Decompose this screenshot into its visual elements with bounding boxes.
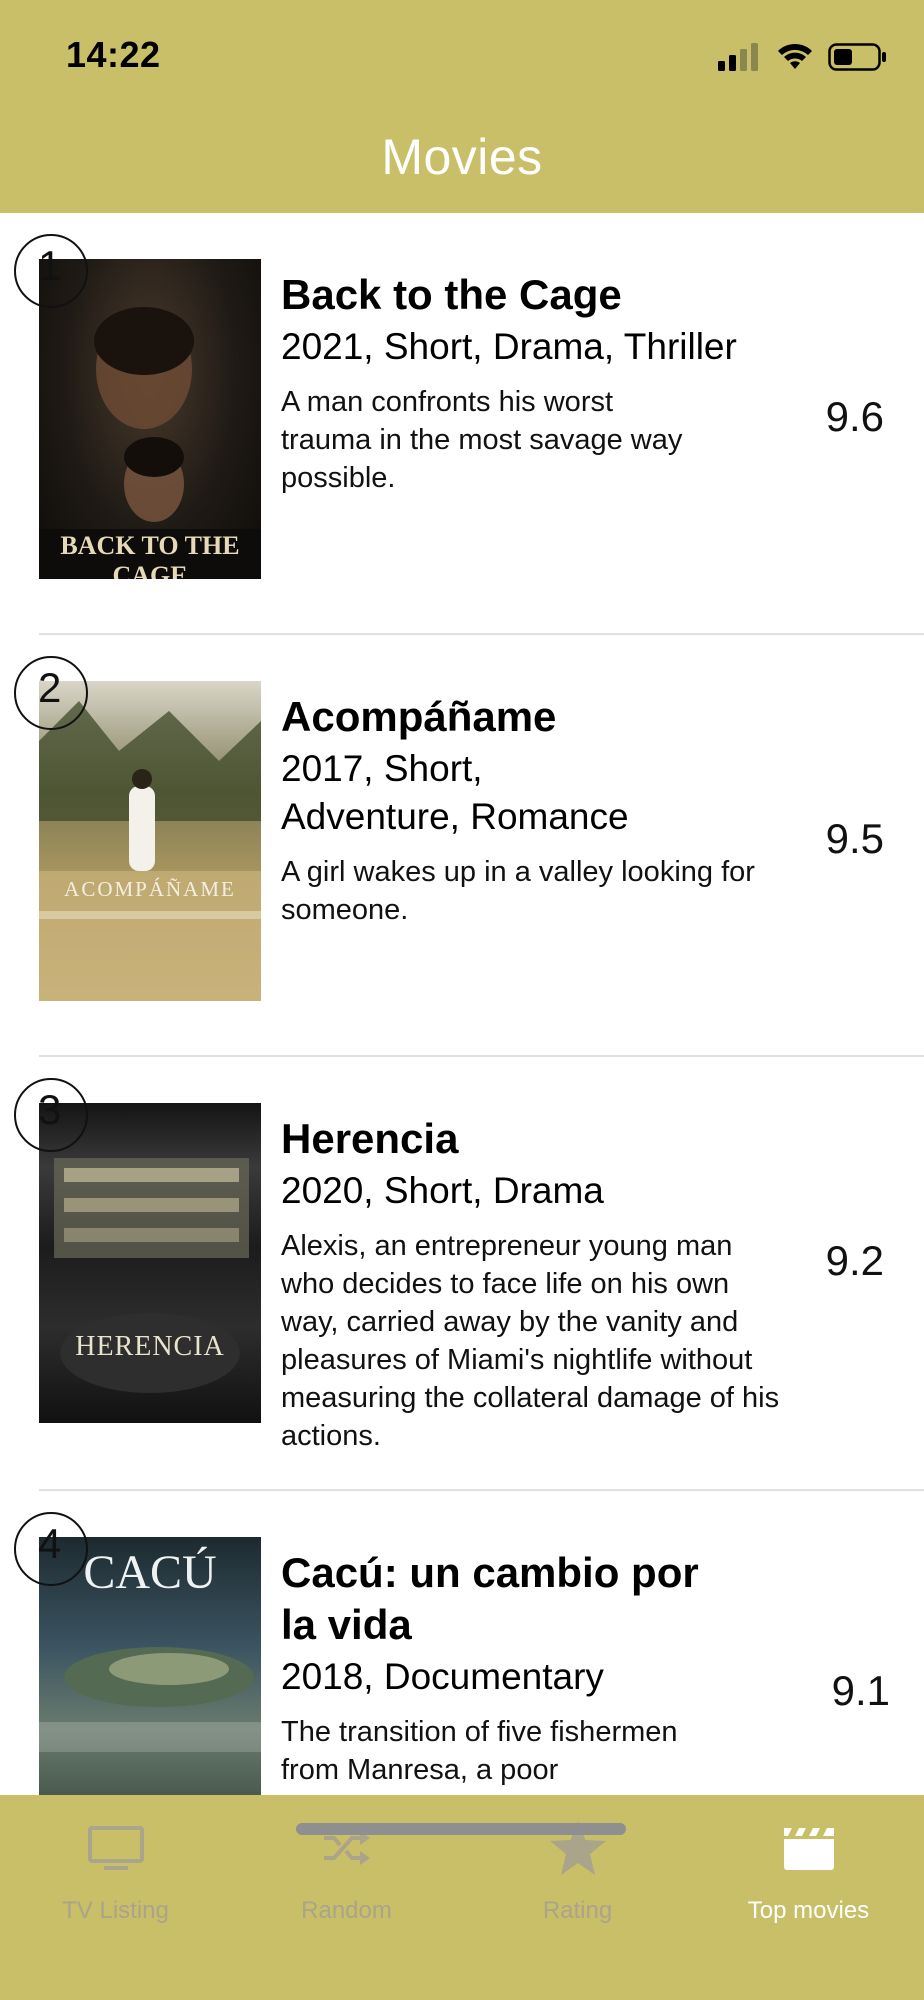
movie-poster: ACOMPÁÑAME: [39, 681, 261, 1001]
rank-badge: 3: [14, 1078, 88, 1152]
movie-title: Cacú: un cambio por la vida: [281, 1549, 699, 1648]
tab-tv-listing[interactable]: TV Listing: [0, 1813, 231, 1925]
battery-icon: [828, 43, 886, 71]
rank-badge: 2: [14, 656, 88, 730]
rank-number: 4: [38, 1520, 62, 1567]
movie-row[interactable]: 2 ACOMPÁÑAME Acompáñame 2017, Short, Adv…: [0, 635, 924, 1057]
movie-info: Acompáñame 2017, Short, Adventure, Roman…: [281, 691, 771, 929]
rank-badge: 4: [14, 1512, 88, 1586]
movie-meta: 2021, Short, Drama, Thriller: [281, 326, 737, 367]
movie-rating: 9.5: [825, 815, 884, 862]
poster-title: ACOMPÁÑAME: [64, 877, 236, 901]
poster-title: BACK TO THE CAGE: [60, 531, 240, 579]
movie-poster: HERENCIA: [39, 1103, 261, 1423]
rank-badge: 1: [14, 234, 88, 308]
page-title: Movies: [381, 129, 543, 185]
rank-number: 3: [38, 1086, 62, 1133]
movie-meta: 2020, Short, Drama: [281, 1170, 604, 1211]
tab-label: Top movies: [747, 1897, 870, 1924]
movie-title: Back to the Cage: [281, 271, 622, 318]
cellular-signal-icon: [718, 43, 758, 71]
movie-rating: 9.2: [825, 1237, 884, 1284]
movie-info: Back to the Cage 2021, Short, Drama, Thr…: [281, 269, 771, 497]
movie-info: Herencia 2020, Short, Drama Alexis, an e…: [281, 1113, 779, 1455]
movie-description: The transition of five fishermen from Ma…: [281, 1716, 678, 1786]
wifi-icon: [778, 43, 812, 69]
movie-rating: 9.6: [825, 393, 884, 440]
tab-top-movies[interactable]: Top movies: [693, 1813, 924, 1925]
movie-row[interactable]: 1 BACK TO THE CAGE Back to the Cage 2021…: [0, 213, 924, 635]
tv-icon: [0, 1813, 231, 1883]
poster-title: HERENCIA: [75, 1331, 225, 1362]
rank-number: 1: [38, 242, 62, 289]
movie-row[interactable]: 3 HERENCIA Herencia 2020, Short, Drama A…: [0, 1057, 924, 1491]
movie-meta: 2017, Short, Adventure, Romance: [281, 748, 629, 837]
status-icons: [718, 40, 888, 74]
home-indicator[interactable]: [296, 1823, 626, 1835]
tab-label: Rating: [542, 1897, 613, 1924]
clapperboard-icon: [693, 1813, 924, 1883]
movie-info: Cacú: un cambio por la vida 2018, Docume…: [281, 1547, 771, 1789]
movie-row[interactable]: 4 CACÚ Cacú: un cambio por la vida 2018,…: [0, 1491, 924, 1795]
movie-title: Acompáñame: [281, 693, 557, 740]
movie-poster: BACK TO THE CAGE: [39, 259, 261, 579]
status-bar: 14:22: [0, 0, 924, 110]
poster-artwork: [54, 1158, 249, 1393]
movie-title: Herencia: [281, 1115, 459, 1162]
rank-number: 2: [38, 664, 62, 711]
clock: 14:22: [66, 34, 161, 75]
movie-description: A girl wakes up in a valley looking for …: [281, 856, 755, 926]
movie-list[interactable]: 1 BACK TO THE CAGE Back to the Cage 2021…: [0, 213, 924, 1795]
movie-description: A man confronts his worst trauma in the …: [281, 386, 683, 494]
movie-rating: 9.1: [831, 1667, 890, 1714]
poster-artwork: [39, 701, 261, 1001]
movie-meta: 2018, Documentary: [281, 1656, 604, 1697]
movie-description: Alexis, an entrepreneur young man who de…: [281, 1230, 780, 1452]
navigation-bar: Movies: [0, 110, 924, 213]
tab-label: TV Listing: [62, 1897, 169, 1924]
tab-label: Random: [301, 1897, 392, 1924]
